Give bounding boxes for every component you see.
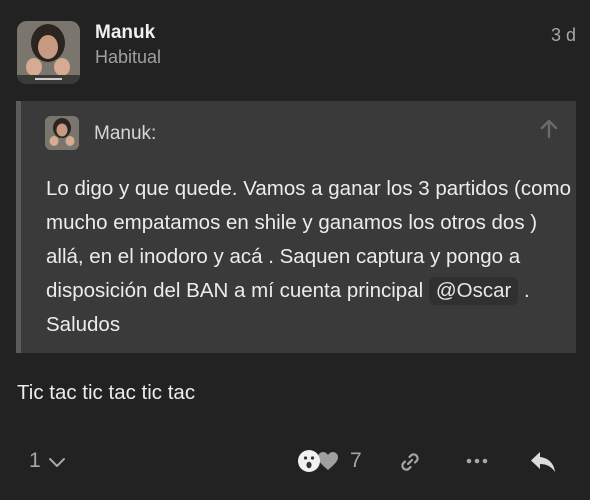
user-title: Habitual	[95, 47, 162, 67]
avatar-image	[45, 116, 79, 150]
chevron-down-icon	[48, 458, 65, 467]
arrow-up-icon[interactable]	[538, 118, 560, 140]
mention-link[interactable]: @Oscar	[428, 277, 519, 305]
avatar-image	[17, 21, 80, 84]
surprised-emoji-icon	[298, 450, 320, 472]
reply-count: 1	[29, 449, 41, 472]
avatar[interactable]	[17, 21, 80, 84]
reaction-count: 7	[350, 449, 362, 472]
reactions[interactable]: 7	[298, 449, 362, 473]
more-icon[interactable]	[465, 456, 489, 466]
quote-author: Manuk:	[94, 123, 157, 144]
quote-text: Lo digo y que quede. Vamos a ganar los 3…	[46, 172, 571, 342]
post-body: Tic tac tic tac tic tac	[17, 381, 196, 404]
link-icon[interactable]	[397, 449, 423, 475]
quote-block: Manuk: Lo digo y que quede. Vamos a gana…	[16, 101, 576, 353]
reply-icon[interactable]	[528, 448, 558, 476]
post-author[interactable]: Manuk	[95, 22, 155, 44]
quote-avatar[interactable]	[45, 116, 79, 150]
post: Manuk Habitual 3 d Manuk: Lo digo y que …	[0, 0, 590, 500]
post-date[interactable]: 3 d	[551, 25, 576, 46]
replies-toggle[interactable]: 1	[29, 449, 67, 473]
